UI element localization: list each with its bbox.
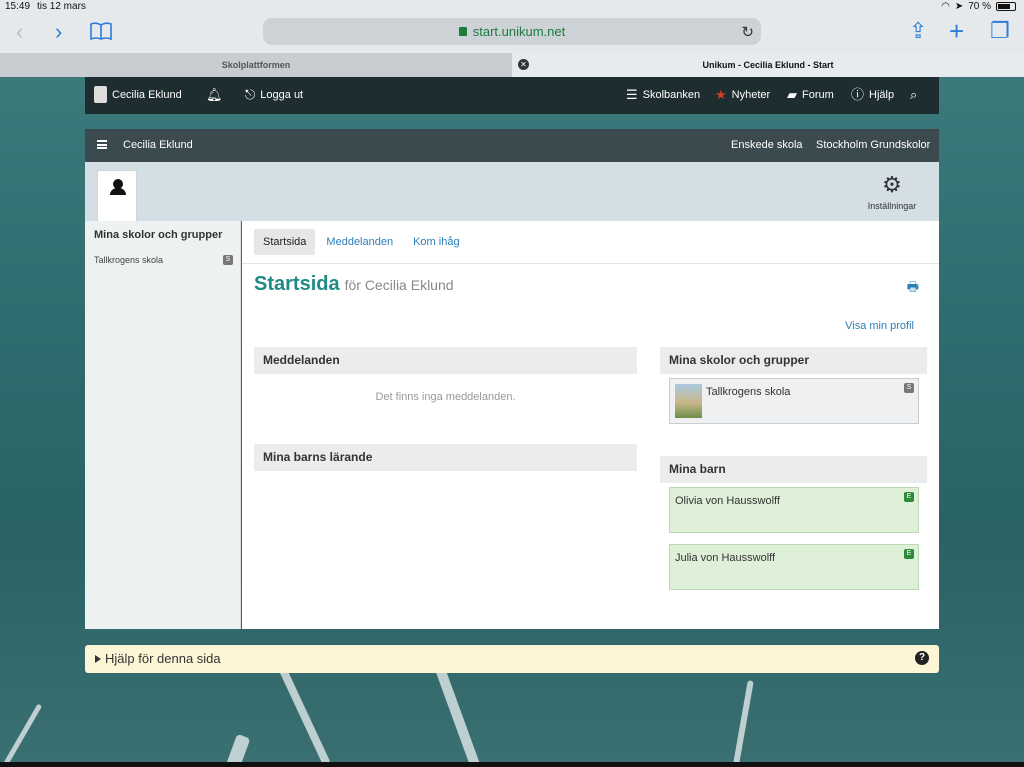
user-icon [94, 86, 107, 103]
user-menu[interactable]: Cecilia Eklund [94, 86, 182, 103]
database-icon: ☰ [626, 87, 638, 102]
status-time: 15:49 [5, 1, 31, 12]
gear-icon: ⚙ [882, 172, 902, 197]
reload-icon[interactable]: ↻ [741, 23, 754, 41]
avatar[interactable] [97, 170, 137, 222]
messages-panel-title: Meddelanden [254, 347, 637, 374]
star-icon: ★ [715, 87, 727, 102]
new-tab-icon[interactable]: + [949, 18, 964, 44]
help-circle-icon: ⓘ [851, 87, 865, 102]
site-top-nav: Cecilia Eklund 🔔︎ ⎋ Logga ut ☰ Skolbanke… [85, 77, 939, 114]
schools-panel-title: Mina skolor och grupper [660, 347, 927, 374]
user-name: Cecilia Eklund [112, 88, 182, 101]
browser-tab-unikum[interactable]: ✕ Unikum - Cecilia Eklund - Start [512, 53, 1024, 77]
close-tab-icon[interactable]: ✕ [518, 59, 529, 70]
tab-startsida[interactable]: Startsida [254, 229, 316, 255]
tab-kom-ihag[interactable]: Kom ihåg [404, 229, 468, 255]
browser-toolbar: ‹ › start.unikum.net ↻ ⇪ + ❐ [0, 14, 1024, 53]
sidebar-item-tallkrogens[interactable]: Tallkrogens skola S [94, 255, 233, 265]
child-name: Olivia von Hausswolff [675, 495, 780, 507]
question-icon[interactable]: ? [915, 651, 929, 665]
chat-icon: ▰ [787, 87, 797, 102]
lock-icon [458, 27, 467, 36]
school-card-badge: S [904, 383, 914, 393]
settings-button[interactable]: ⚙ Inställningar [862, 172, 922, 212]
page-help-bar[interactable]: Hjälp för denna sida ? [85, 645, 939, 673]
location-icon: ➤ [954, 1, 964, 12]
content-tabs: Startsida Meddelanden Kom ihåg [254, 229, 471, 255]
header-school-link[interactable]: Enskede skola [731, 139, 803, 151]
sidebar-item-label: Tallkrogens skola [94, 255, 164, 265]
bottom-edge [0, 762, 1024, 767]
tab-meddelanden[interactable]: Meddelanden [317, 229, 402, 255]
child-card[interactable]: Olivia von Hausswolff E [669, 487, 919, 533]
nav-hjalp[interactable]: ⓘ Hjälp [851, 88, 894, 101]
expand-arrow-icon [95, 655, 101, 663]
child-badge: E [904, 549, 914, 559]
sidebar-title: Mina skolor och grupper [94, 229, 223, 241]
child-card[interactable]: Julia von Hausswolff E [669, 544, 919, 590]
battery-icon [996, 2, 1016, 11]
browser-tab-label: Unikum - Cecilia Eklund - Start [702, 60, 834, 70]
tabs-overview-icon[interactable]: ❐ [990, 19, 1010, 43]
sidebar: Mina skolor och grupper Tallkrogens skol… [85, 221, 241, 629]
learning-panel-title: Mina barns lärande [254, 444, 637, 471]
bell-icon: 🔔︎ [206, 87, 223, 102]
search-button[interactable]: ⌕ [910, 88, 917, 101]
logout-label: Logga ut [260, 88, 304, 101]
print-icon[interactable]: 🖶︎ [907, 278, 919, 300]
school-card-name: Tallkrogens skola [706, 386, 791, 398]
view-profile-link[interactable]: Visa min profil [845, 320, 914, 332]
school-thumbnail [675, 384, 702, 418]
child-badge: E [904, 492, 914, 502]
logout-icon: ⎋ [245, 87, 256, 102]
forward-icon[interactable]: › [55, 21, 62, 43]
nav-nyheter[interactable]: ★ Nyheter [715, 88, 770, 101]
wifi-icon: ◠ [941, 1, 950, 12]
browser-tab-bar: Skolplattformen ✕ Unikum - Cecilia Eklun… [0, 53, 1024, 77]
profile-band: ⚙ Inställningar [85, 162, 939, 222]
school-card[interactable]: Tallkrogens skola S [669, 378, 919, 424]
help-bar-label: Hjälp för denna sida [105, 651, 221, 666]
logout-button[interactable]: ⎋ Logga ut [245, 88, 303, 101]
school-badge: S [223, 255, 233, 265]
back-icon[interactable]: ‹ [16, 21, 23, 43]
child-name: Julia von Hausswolff [675, 552, 776, 564]
page-title-text: Startsida [254, 273, 340, 295]
notifications-button[interactable]: 🔔︎ [206, 88, 223, 101]
settings-label: Inställningar [867, 201, 917, 211]
share-icon[interactable]: ⇪ [909, 19, 927, 43]
address-bar[interactable]: start.unikum.net ↻ [263, 18, 761, 45]
messages-empty: Det finns inga meddelanden. [375, 391, 516, 403]
main-content: Startsida Meddelanden Kom ihåg Startsida… [242, 221, 939, 629]
status-date: tis 12 mars [37, 1, 86, 12]
nav-hjalp-label: Hjälp [869, 88, 895, 101]
avatar-body-icon [110, 188, 126, 195]
header-name: Cecilia Eklund [123, 139, 193, 151]
battery-percent: 70 % [968, 1, 991, 12]
search-icon: ⌕ [910, 87, 918, 102]
nav-skolbanken-label: Skolbanken [642, 88, 701, 101]
header-org-link[interactable]: Stockholm Grundskolor [816, 139, 930, 151]
profile-header: Cecilia Eklund Enskede skola Stockholm G… [85, 129, 939, 162]
nav-forum-label: Forum [802, 88, 834, 101]
nav-forum[interactable]: ▰ Forum [787, 88, 834, 101]
bookmarks-icon[interactable] [90, 22, 112, 40]
nav-nyheter-label: Nyheter [731, 88, 771, 101]
menu-icon[interactable] [97, 140, 107, 149]
nav-skolbanken[interactable]: ☰ Skolbanken [626, 88, 700, 101]
tab-divider [242, 263, 939, 264]
children-panel-title: Mina barn [660, 456, 927, 483]
status-bar: 15:49 tis 12 mars ◠ ➤ 70 % [0, 0, 1024, 14]
page-subtitle: för Cecilia Eklund [344, 277, 454, 293]
browser-tab-skolplattformen[interactable]: Skolplattformen [0, 53, 512, 77]
page-title: Startsida för Cecilia Eklund [254, 273, 454, 296]
url-text: start.unikum.net [472, 24, 566, 39]
